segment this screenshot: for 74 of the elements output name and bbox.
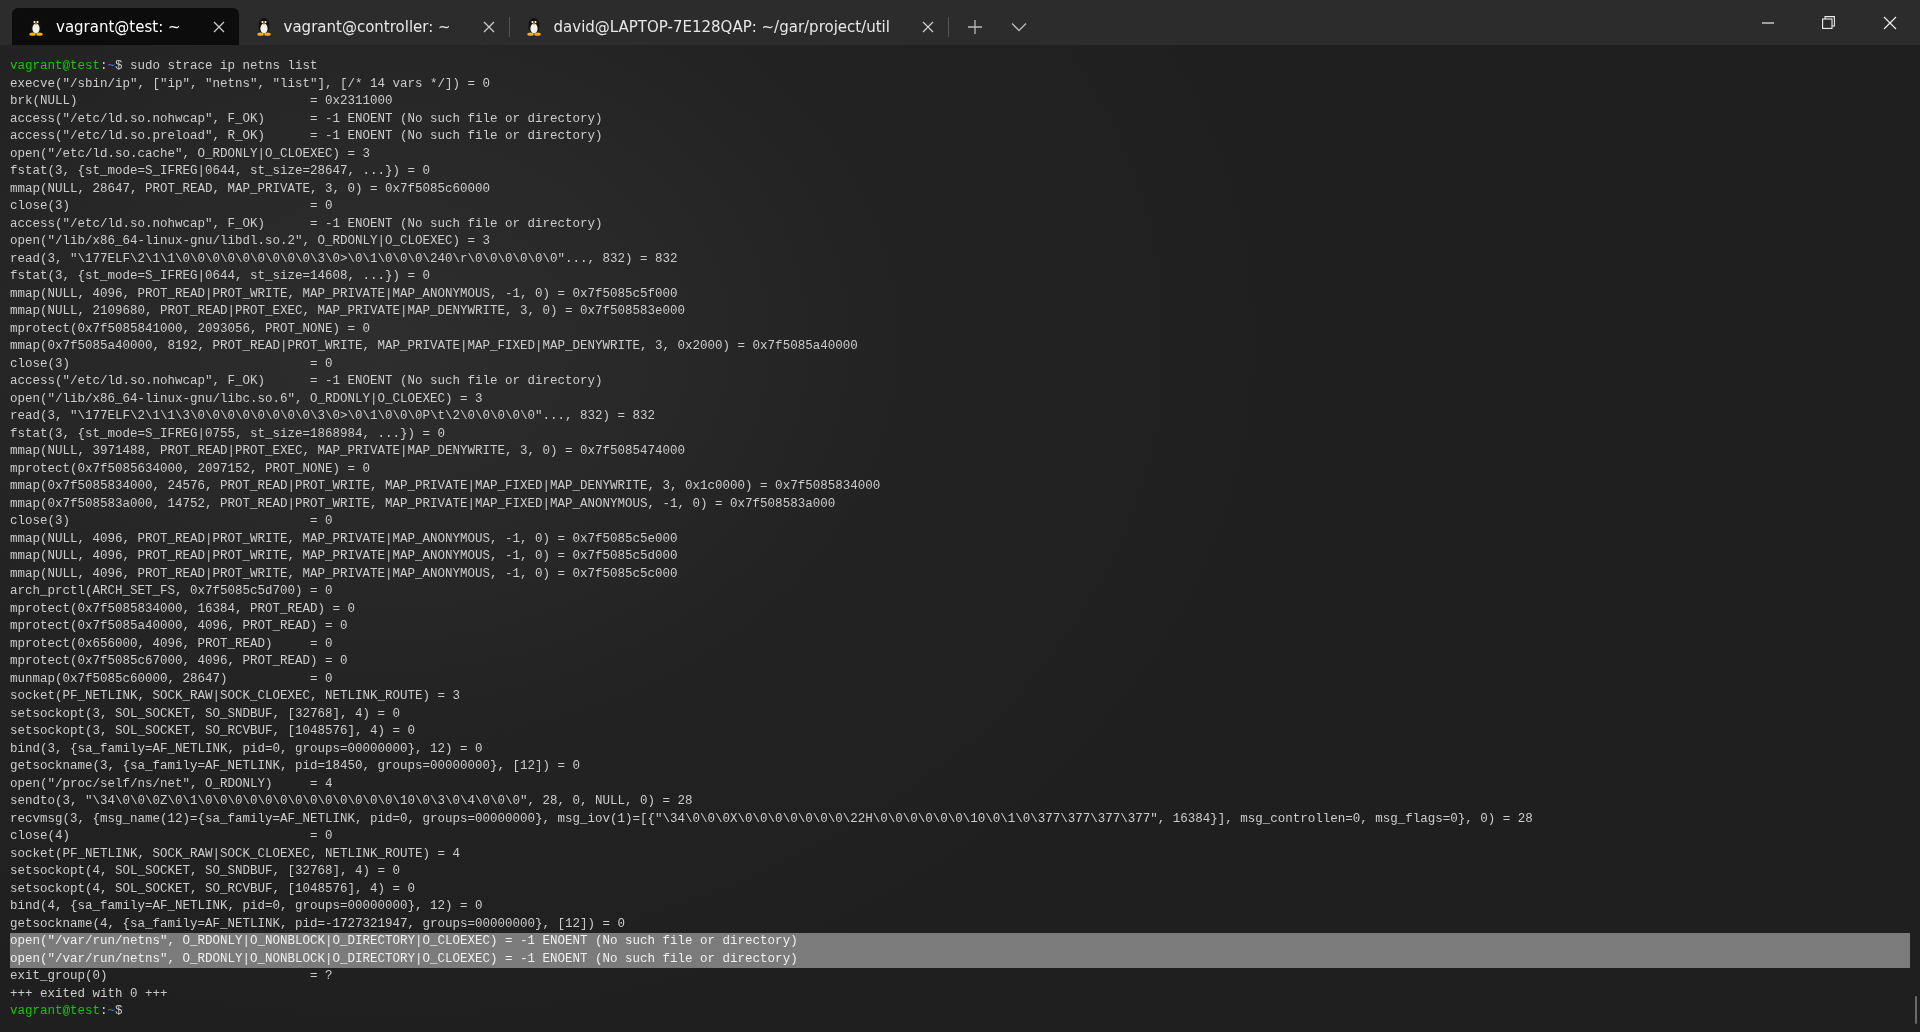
output-line: mprotect(0x656000, 4096, PROT_READ) = 0 [10, 635, 333, 653]
output-line: mprotect(0x7f5085a40000, 4096, PROT_READ) = 0 [10, 618, 348, 635]
plus-icon [966, 18, 983, 35]
output-line: bind(3, {sa_family=AF_NETLINK, pid=0, groups=00000000}, 12) = 0 [10, 740, 483, 758]
output-line: mmap(NULL, 4096, PROT_READ|PROT_WRITE, MAP_PRIVATE|MAP_ANONYMOUS, -1, 0) = 0x7f5085c5e000 [10, 530, 678, 548]
output-line: getsockname(4, {sa_family=AF_NETLINK, pid=-1727321947, groups=00000000}, [12]) = 0 [10, 915, 626, 933]
output-line: mmap(NULL, 4096, PROT_READ|PROT_WRITE, MAP_PRIVATE|MAP_ANONYMOUS, -1, 0) = 0x7f5085c5d000 [10, 548, 678, 565]
scrollbar-thumb[interactable] [1915, 996, 1917, 1024]
penguin-icon [255, 17, 272, 36]
close-icon[interactable] [921, 20, 934, 33]
chevron-down-icon [1010, 21, 1027, 32]
output-line: open("/lib/x86_64-linux-gnu/libdl.so.2", O_RDONLY|O_CLOEXEC) = 3 [10, 233, 491, 250]
output-line: exit_group(0) = ? [10, 968, 333, 985]
output-line: getsockname(3, {sa_family=AF_NETLINK, pid=18450, groups=00000000}, [12]) = 0 [10, 758, 581, 775]
output-line: access("/etc/ld.so.nohwcap", F_OK) = -1 ENOENT (No such file or directory) [10, 110, 603, 128]
prompt-path: ~ [107, 58, 116, 75]
output-line: close(3) = 0 [10, 355, 333, 373]
output-line: open("/proc/self/ns/net", O_RDONLY) = 4 [10, 775, 333, 793]
output-line: access("/etc/ld.so.nohwcap", F_OK) = -1 ENOENT (No such file or directory) [10, 215, 603, 233]
output-line: mmap(NULL, 28647, PROT_READ, MAP_PRIVATE, 3, 0) = 0x7f5085c60000 [10, 180, 491, 198]
output-line: socket(PF_NETLINK, SOCK_RAW|SOCK_CLOEXEC, NETLINK_ROUTE) = 3 [10, 688, 461, 705]
command-text: sudo strace ip netns list [129, 58, 318, 75]
prompt-user-host: vagrant@test [10, 1003, 100, 1020]
prompt-user-host: vagrant@test [10, 58, 100, 75]
prompt-separator: : [100, 58, 108, 75]
terminal-tab[interactable]: vagrant@test: ~ [12, 8, 239, 45]
output-line: mmap(0x7f5085834000, 24576, PROT_READ|PROT_WRITE, MAP_PRIVATE|MAP_FIXED|MAP_DENYWRITE, 3, 0x1c0000) = 0x7f5085834000 [10, 478, 881, 495]
output-line: close(4) = 0 [10, 828, 333, 845]
restore-icon [1822, 16, 1835, 29]
penguin-icon [525, 17, 542, 36]
prompt-path: ~ [107, 1003, 116, 1020]
output-line: close(3) = 0 [10, 198, 333, 215]
output-line: arch_prctl(ARCH_SET_FS, 0x7f5085c5d700) = 0 [10, 583, 333, 600]
output-line: open("/lib/x86_64-linux-gnu/libc.so.6", O_RDONLY|O_CLOEXEC) = 3 [10, 390, 483, 408]
close-icon[interactable] [212, 20, 225, 33]
output-line: mmap(0x7f508583a000, 14752, PROT_READ|PROT_WRITE, MAP_PRIVATE|MAP_FIXED|MAP_ANONYMOUS, -1, 0) = 0x7f508583a000 [10, 495, 836, 513]
close-icon [1882, 15, 1897, 30]
terminal-tab[interactable]: david@LAPTOP-7E128QAP: ~/gar/project/util [509, 8, 948, 45]
output-line: brk(NULL) = 0x2311000 [10, 93, 393, 110]
output-line: read(3, "\177ELF\2\1\1\0\0\0\0\0\0\0\0\0\3\0>\0\1\0\0\0\240\r\0\0\0\0\0\0"..., 832) = 832 [10, 250, 678, 268]
output-line: munmap(0x7f5085c60000, 28647) = 0 [10, 670, 333, 688]
output-line: mmap(NULL, 3971488, PROT_READ|PROT_EXEC, MAP_PRIVATE|MAP_DENYWRITE, 3, 0) = 0x7f5085474000 [10, 443, 686, 460]
output-line: open("/etc/ld.so.cache", O_RDONLY|O_CLOEXEC) = 3 [10, 145, 371, 163]
output-line: mmap(NULL, 4096, PROT_READ|PROT_WRITE, MAP_PRIVATE|MAP_ANONYMOUS, -1, 0) = 0x7f5085c5c000 [10, 565, 678, 583]
output-line: mmap(0x7f5085a40000, 8192, PROT_READ|PROT_WRITE, MAP_PRIVATE|MAP_FIXED|MAP_DENYWRITE, 3, 0x2000) = 0x7f5085a40000 [10, 338, 858, 355]
output-line: setsockopt(4, SOL_SOCKET, SO_RCVBUF, [1048576], 4) = 0 [10, 880, 416, 898]
output-line: setsockopt(3, SOL_SOCKET, SO_SNDBUF, [32768], 4) = 0 [10, 705, 401, 723]
output-line: mprotect(0x7f5085c67000, 4096, PROT_READ) = 0 [10, 653, 348, 670]
prompt-symbol: $ [115, 1003, 123, 1020]
output-line: fstat(3, {st_mode=S_IFREG|0644, st_size=28647, ...}) = 0 [10, 163, 431, 180]
output-line: access("/etc/ld.so.nohwcap", F_OK) = -1 ENOENT (No such file or directory) [10, 373, 603, 390]
minimize-icon [1761, 21, 1774, 24]
output-line: recvmsg(3, {msg_name(12)={sa_family=AF_NETLINK, pid=0, groups=00000000}, msg_iov(1)=[{"\34\0\0\0X\0\0\0\0\0\0\0\22H\0\0\0\0\0\0\10\0\1\0\377\377\377\377", 16384}], msg_controllen=0, msg_flags=0}, 0) = 28 [10, 810, 1533, 828]
output-line: setsockopt(3, SOL_SOCKET, SO_RCVBUF, [1048576], 4) = 0 [10, 723, 416, 740]
terminal-tab[interactable]: vagrant@controller: ~ [239, 8, 509, 45]
output-line: mprotect(0x7f5085634000, 2097152, PROT_NONE) = 0 [10, 460, 371, 478]
output-line: read(3, "\177ELF\2\1\1\3\0\0\0\0\0\0\0\0\3\0>\0\1\0\0\0P\t\2\0\0\0\0\0"..., 832) = 832 [10, 408, 656, 425]
output-line: fstat(3, {st_mode=S_IFREG|0755, st_size=1868984, ...}) = 0 [10, 425, 446, 443]
prompt-separator: : [100, 1003, 108, 1020]
prompt-symbol: $ [115, 58, 123, 75]
output-line: mmap(NULL, 2109680, PROT_READ|PROT_EXEC, MAP_PRIVATE|MAP_DENYWRITE, 3, 0) = 0x7f508583e000 [10, 303, 686, 320]
output-line: close(3) = 0 [10, 513, 333, 530]
output-line: mmap(NULL, 4096, PROT_READ|PROT_WRITE, MAP_PRIVATE|MAP_ANONYMOUS, -1, 0) = 0x7f5085c5f000 [10, 285, 678, 303]
output-line: socket(PF_NETLINK, SOCK_RAW|SOCK_CLOEXEC, NETLINK_ROUTE) = 4 [10, 845, 461, 863]
output-line: +++ exited with 0 +++ [10, 985, 168, 1003]
output-line: sendto(3, "\34\0\0\0Z\0\1\0\0\0\0\0\0\0\0\0\0\0\0\0\10\0\3\0\4\0\0\0", 28, 0, NULL, 0) = 28 [10, 793, 693, 810]
output-line: execve("/sbin/ip", ["ip", "netns", "list"], [/* 14 vars */]) = 0 [10, 75, 491, 93]
output-line: mprotect(0x7f5085841000, 2093056, PROT_NONE) = 0 [10, 320, 371, 338]
close-icon[interactable] [482, 20, 495, 33]
output-line: setsockopt(4, SOL_SOCKET, SO_SNDBUF, [32768], 4) = 0 [10, 863, 401, 880]
output-line: fstat(3, {st_mode=S_IFREG|0644, st_size=14608, ...}) = 0 [10, 268, 431, 285]
output-line: access("/etc/ld.so.preload", R_OK) = -1 ENOENT (No such file or directory) [10, 128, 603, 145]
output-line: mprotect(0x7f5085834000, 16384, PROT_READ) = 0 [10, 600, 356, 618]
output-line: bind(4, {sa_family=AF_NETLINK, pid=0, groups=00000000}, 12) = 0 [10, 898, 483, 915]
